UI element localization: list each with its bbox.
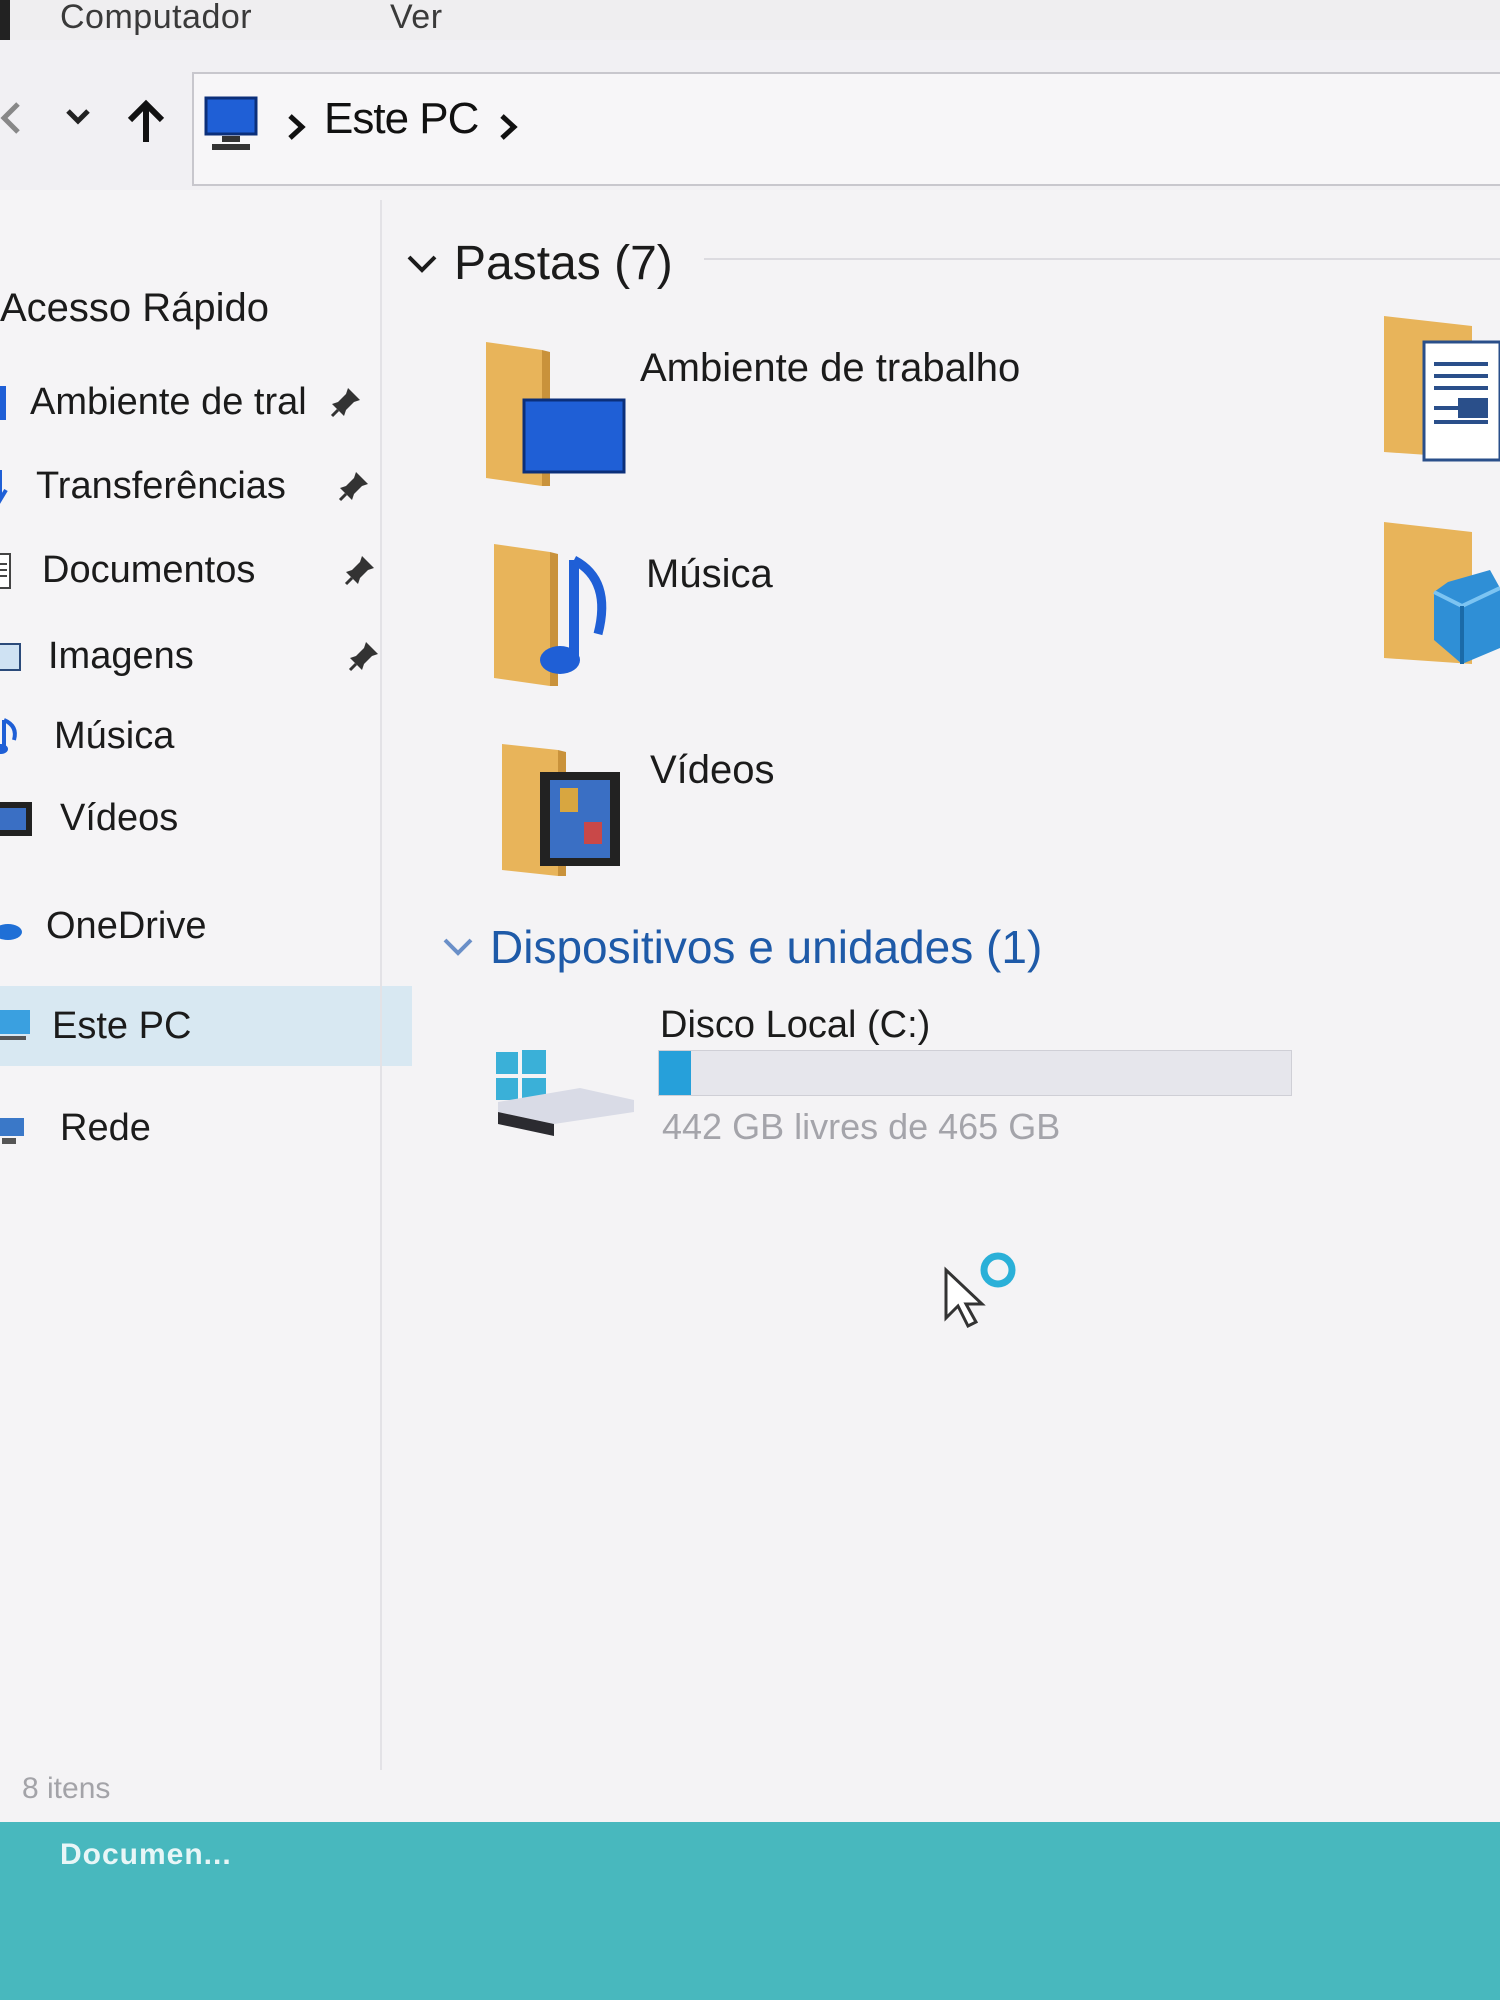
onedrive-icon	[0, 906, 22, 948]
chevron-right-icon[interactable]	[286, 112, 306, 147]
folder-label: Vídeos	[650, 748, 775, 792]
sidebar-item-videos[interactable]: Vídeos	[0, 778, 410, 858]
sidebar-item-musica[interactable]: Música	[0, 696, 410, 776]
address-row: Este PC	[0, 40, 1500, 190]
folders-header-label: Pastas (7)	[454, 237, 673, 290]
quick-access-heading[interactable]: Acesso Rápido	[0, 286, 269, 331]
3d-objects-folder-icon	[1384, 522, 1500, 664]
drive-usage-fill	[659, 1051, 691, 1095]
folder-videos[interactable]	[494, 740, 644, 880]
breadcrumb-este-pc[interactable]: Este PC	[324, 94, 479, 144]
back-icon[interactable]	[0, 98, 24, 138]
computer-icon	[204, 96, 258, 154]
pane-splitter[interactable]	[380, 200, 382, 1770]
tab-computer[interactable]: Computador	[60, 0, 252, 37]
sidebar-item-rede[interactable]: Rede	[0, 1088, 410, 1168]
chevron-down-icon	[407, 255, 437, 273]
drive-c[interactable]	[494, 1050, 634, 1150]
section-divider	[704, 258, 1500, 260]
taskbar: Documen...	[0, 1822, 1500, 2000]
sidebar-item-documentos[interactable]: Documentos	[0, 530, 410, 610]
sidebar-item-label: Transferências	[36, 464, 286, 507]
sidebar-item-label: Este PC	[52, 1004, 192, 1047]
drive-name: Disco Local (C:)	[660, 1004, 931, 1046]
sidebar-item-label: Rede	[60, 1106, 151, 1149]
pictures-icon	[0, 636, 21, 678]
videos-icon	[0, 798, 32, 840]
folder-label: Música	[646, 552, 773, 596]
breadcrumb-chevron-icon[interactable]	[498, 112, 518, 147]
drive-free-space: 442 GB livres de 465 GB	[662, 1106, 1061, 1147]
windows-drive-icon	[496, 1050, 634, 1136]
pin-icon[interactable]	[344, 554, 376, 586]
sidebar-item-imagens[interactable]: Imagens	[0, 616, 410, 696]
navigation-pane: Acesso Rápido Ambiente de tral Transferê…	[0, 190, 412, 1770]
sidebar-item-este-pc[interactable]: Este PC	[0, 986, 412, 1066]
pin-icon[interactable]	[348, 640, 380, 672]
up-arrow-icon[interactable]	[124, 98, 168, 146]
sidebar-item-label: Música	[54, 714, 175, 757]
desktop-icon	[0, 382, 20, 424]
sidebar-item-label: Documentos	[42, 548, 256, 591]
devices-header-label: Dispositivos e unidades (1)	[490, 921, 1043, 973]
pin-icon[interactable]	[338, 470, 370, 502]
documents-folder-icon	[1384, 316, 1500, 462]
music-icon	[0, 716, 20, 758]
chevron-down-icon	[443, 938, 473, 956]
folder-label: Ambiente de trabalho	[640, 346, 1021, 390]
chevron-down-icon[interactable]	[60, 102, 96, 132]
folders-section-header[interactable]: Pastas (7)	[404, 236, 673, 291]
taskbar-item-documentos[interactable]: Documen...	[60, 1838, 232, 1872]
address-bar[interactable]: Este PC	[192, 72, 1500, 186]
pin-icon[interactable]	[330, 386, 362, 418]
sidebar-item-label: Vídeos	[60, 796, 179, 839]
music-folder-icon	[494, 544, 607, 686]
ribbon-tabs: Computador Ver	[0, 0, 1500, 62]
drive-usage-bar	[658, 1050, 1292, 1096]
status-item-count: 8 itens	[22, 1772, 111, 1805]
computer-icon	[0, 1004, 30, 1046]
devices-section-header[interactable]: Dispositivos e unidades (1)	[440, 920, 1042, 974]
documents-icon	[0, 550, 20, 592]
folder-documentos-partial[interactable]	[1378, 312, 1500, 462]
sidebar-item-label: Ambiente de tral	[30, 380, 307, 423]
sidebar-item-onedrive[interactable]: OneDrive	[0, 886, 410, 966]
sidebar-item-desktop[interactable]: Ambiente de tral	[0, 362, 410, 442]
sidebar-item-label: Imagens	[48, 634, 194, 677]
download-icon	[0, 466, 20, 508]
tab-view[interactable]: Ver	[390, 0, 443, 37]
busy-cursor-icon	[942, 1248, 1022, 1329]
network-icon	[0, 1108, 24, 1150]
folder-ambiente-de-trabalho[interactable]	[480, 340, 630, 490]
folder-objetos-3d-partial[interactable]	[1378, 518, 1500, 668]
desktop-folder-icon	[486, 342, 626, 486]
folder-musica[interactable]	[488, 540, 638, 690]
sidebar-item-transferencias[interactable]: Transferências	[0, 446, 410, 526]
videos-folder-icon	[502, 744, 620, 876]
sidebar-item-label: OneDrive	[46, 904, 207, 947]
